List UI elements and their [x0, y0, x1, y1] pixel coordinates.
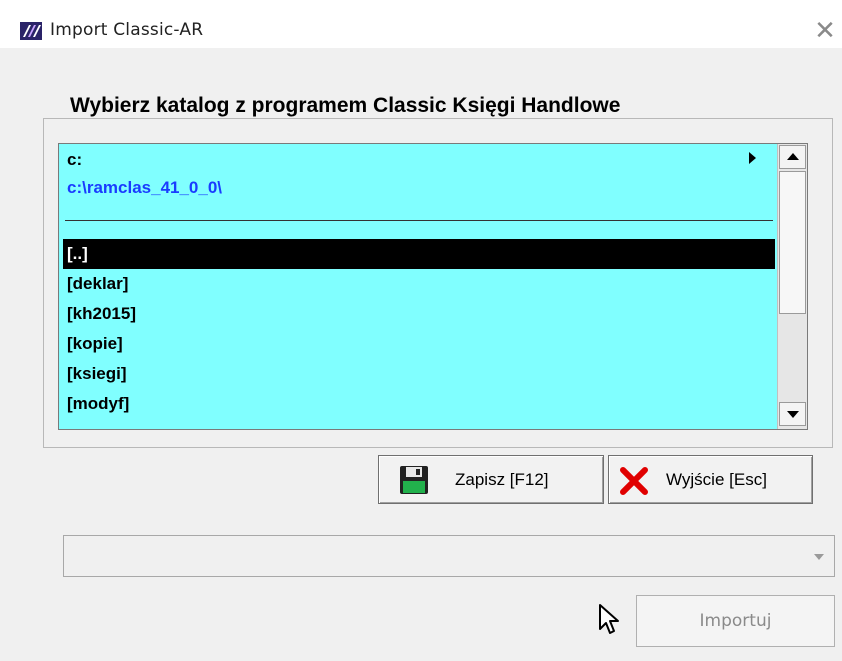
scroll-up-button[interactable] [779, 145, 806, 169]
combobox-dropdown-button[interactable] [810, 544, 828, 568]
directory-listbox[interactable]: c: c:\ramclas_41_0_0\ [..] [deklar] [kh2… [58, 143, 808, 430]
import-combobox[interactable] [63, 535, 835, 577]
import-button[interactable]: Importuj [636, 595, 835, 647]
scroll-thumb[interactable] [779, 171, 806, 314]
exit-button-label: Wyjście [Esc] [666, 470, 767, 489]
drive-arrow-icon[interactable] [749, 152, 756, 164]
save-button[interactable]: Zapisz [F12] [378, 455, 604, 504]
app-logo-icon [20, 22, 42, 40]
list-item[interactable]: [ksiegi] [63, 359, 775, 389]
list-item[interactable]: [..] [63, 239, 775, 269]
window-title: Import Classic-AR [50, 20, 204, 40]
mouse-pointer-icon [599, 604, 619, 634]
floppy-disk-icon [400, 466, 428, 494]
drive-selector[interactable]: c: [67, 150, 82, 170]
import-dialog: Import Classic-AR ✕ Wybierz katalog z pr… [0, 0, 842, 661]
title-bar: Import Classic-AR ✕ [0, 0, 842, 48]
current-path: c:\ramclas_41_0_0\ [67, 178, 223, 197]
list-scrollbar[interactable] [777, 144, 807, 429]
close-x-icon [620, 467, 648, 495]
list-item[interactable]: [kh2015] [63, 299, 775, 329]
exit-button[interactable]: Wyjście [Esc] [608, 455, 813, 504]
groupbox-legend: Wybierz katalog z programem Classic Księ… [64, 94, 627, 118]
list-item[interactable]: [modyf] [63, 389, 775, 419]
close-icon[interactable]: ✕ [810, 17, 840, 45]
list-item[interactable]: [deklar] [63, 269, 775, 299]
directory-entries: [..] [deklar] [kh2015] [kopie] [ksiegi] … [63, 239, 775, 419]
save-button-label: Zapisz [F12] [455, 470, 549, 489]
arrow-up-icon [787, 153, 799, 160]
list-item[interactable]: [kopie] [63, 329, 775, 359]
scroll-down-button[interactable] [779, 402, 806, 426]
chevron-down-icon [814, 554, 824, 560]
list-separator [65, 220, 773, 221]
arrow-down-icon [787, 411, 799, 418]
